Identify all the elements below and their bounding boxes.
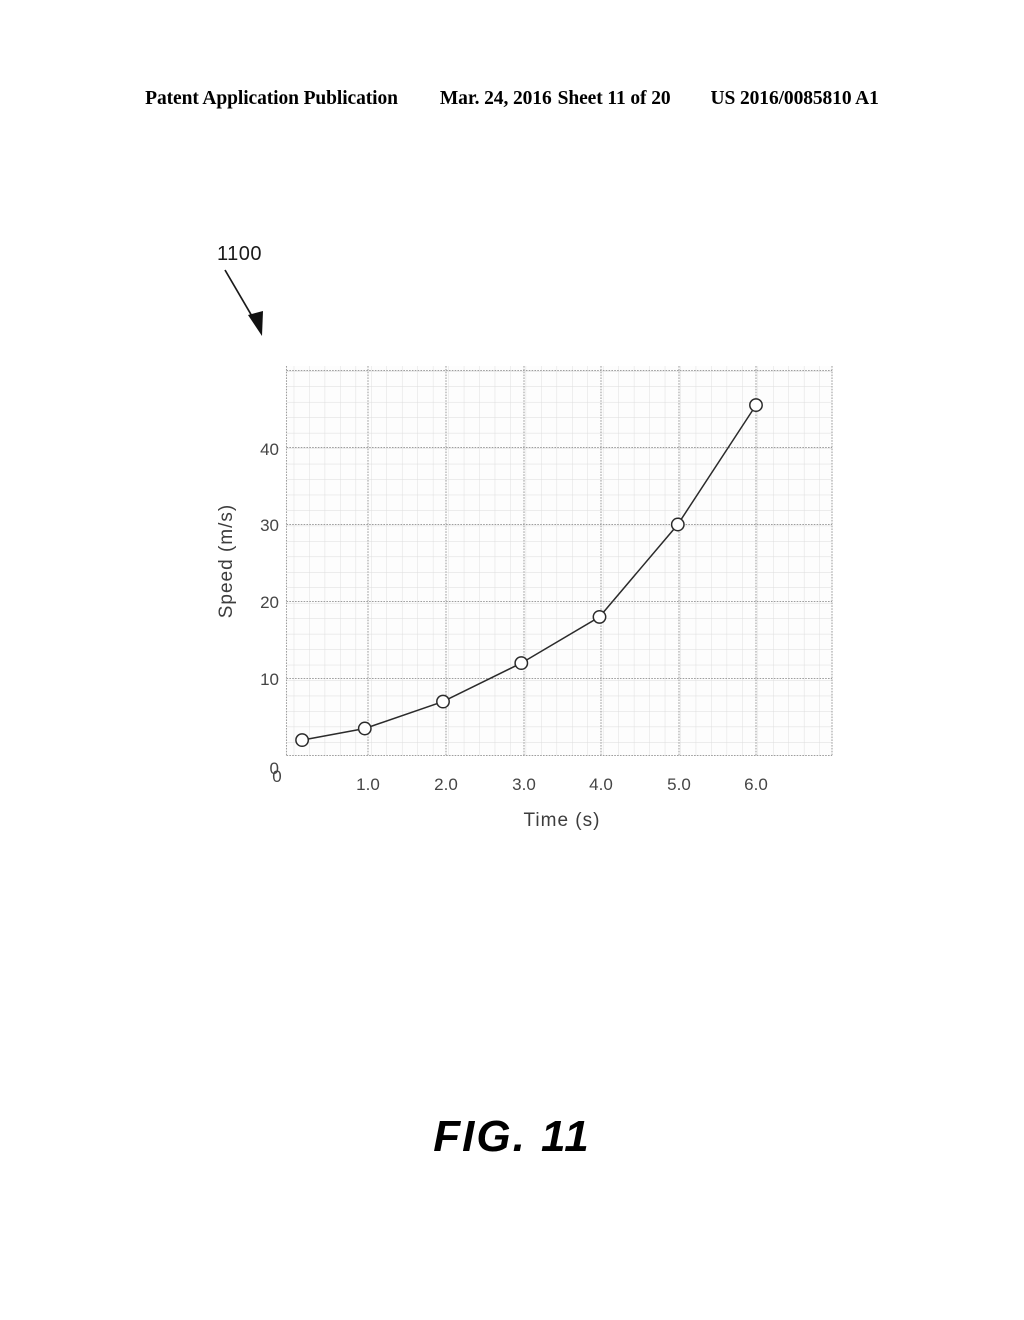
y-tick-label: 20 <box>260 593 279 612</box>
x-tick-label: 4.0 <box>589 775 613 794</box>
data-point <box>592 609 607 624</box>
data-point <box>514 656 529 671</box>
y-tick-label: 10 <box>260 670 279 689</box>
x-tick-label: 0 <box>272 767 281 786</box>
figure-caption: FIG. 11 <box>433 1112 591 1161</box>
y-axis-ticklabels: 0 10 20 30 40 <box>260 440 279 778</box>
x-tick-label: 1.0 <box>356 775 380 794</box>
data-point <box>749 398 763 413</box>
x-axis-ticklabels: 0 1.0 2.0 3.0 4.0 5.0 6.0 <box>272 767 768 794</box>
x-tick-label: 5.0 <box>667 775 691 794</box>
data-point <box>357 721 372 736</box>
x-tick-label: 6.0 <box>744 775 768 794</box>
x-tick-label: 3.0 <box>512 775 536 794</box>
x-tick-label: 2.0 <box>434 775 458 794</box>
data-point <box>670 517 685 532</box>
y-axis-title: Speed (m/s) <box>216 504 237 618</box>
data-point <box>295 733 310 748</box>
x-axis-title: Time (s) <box>524 810 601 831</box>
data-point <box>436 694 450 709</box>
y-tick-label: 30 <box>260 516 279 535</box>
y-tick-label: 40 <box>260 440 279 459</box>
